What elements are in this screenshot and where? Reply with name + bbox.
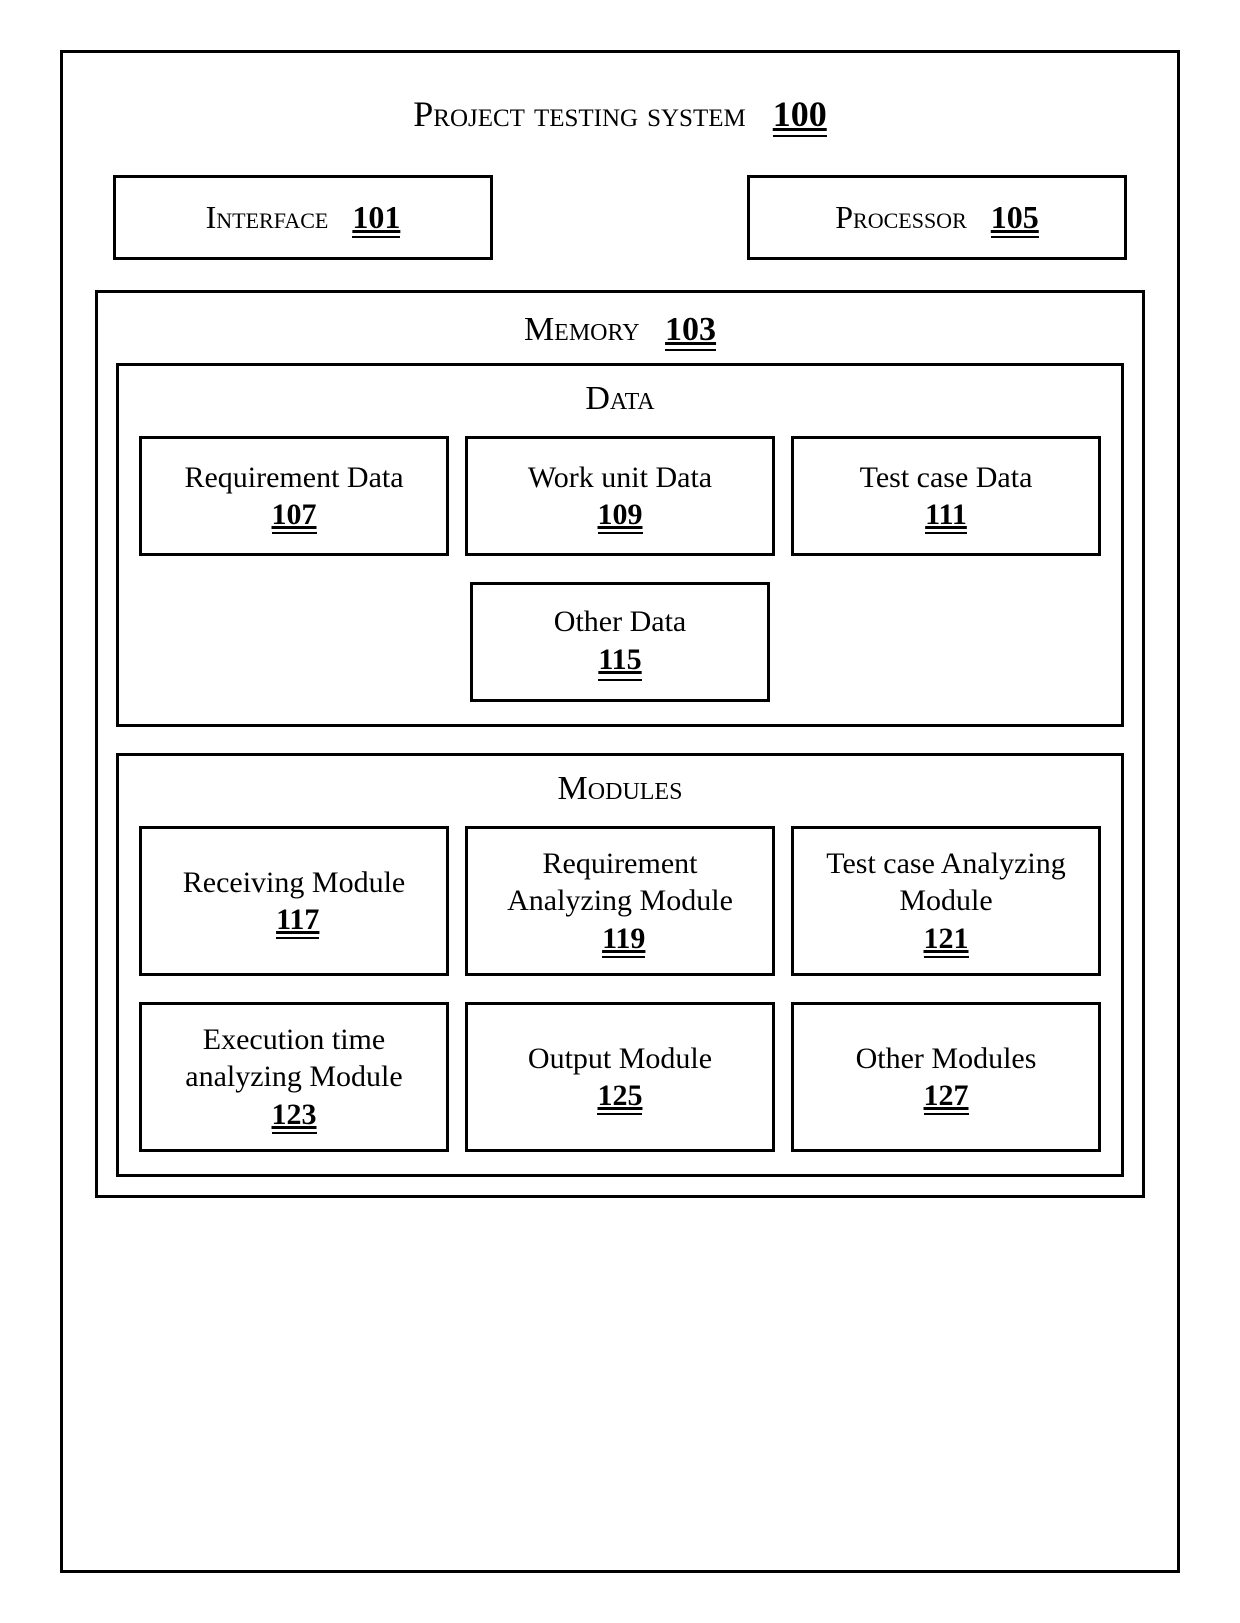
- system-title: Project testing system 100: [93, 93, 1147, 135]
- modules-section: Modules Receiving Module 117 Requirement…: [116, 753, 1124, 1177]
- top-row: Interface 101 Processor 105: [93, 175, 1147, 260]
- execution-time-analyzing-module-box: Execution time analyzing Module 123: [139, 1002, 449, 1152]
- execution-time-analyzing-module-ref: 123: [272, 1098, 317, 1134]
- requirement-data-box: Requirement Data 107: [139, 436, 449, 556]
- execution-time-analyzing-module-label: Execution time analyzing Module: [185, 1023, 402, 1094]
- other-modules-label: Other Modules: [856, 1042, 1037, 1075]
- requirement-analyzing-module-ref: 119: [602, 922, 645, 958]
- data-section: Data Requirement Data 107 Work unit Data…: [116, 363, 1124, 727]
- requirement-data-label: Requirement Data: [184, 461, 403, 494]
- memory-title: Memory 103: [116, 311, 1124, 349]
- requirement-analyzing-module-box: Requirement Analyzing Module 119: [465, 826, 775, 976]
- test-case-data-ref: 111: [925, 498, 967, 534]
- data-row-2: Other Data 115: [139, 582, 1101, 702]
- modules-row-2: Execution time analyzing Module 123 Outp…: [139, 1002, 1101, 1152]
- work-unit-data-label: Work unit Data: [528, 461, 712, 494]
- other-modules-box: Other Modules 127: [791, 1002, 1101, 1152]
- test-case-analyzing-module-label: Test case Analyzing Module: [826, 847, 1066, 918]
- memory-ref: 103: [665, 311, 716, 351]
- processor-ref: 105: [991, 199, 1039, 238]
- memory-box: Memory 103 Data Requirement Data 107: [95, 290, 1145, 1198]
- data-row-1: Requirement Data 107 Work unit Data 109 …: [139, 436, 1101, 556]
- work-unit-data-box: Work unit Data 109: [465, 436, 775, 556]
- other-data-ref: 115: [598, 641, 641, 682]
- modules-section-title: Modules: [139, 770, 1101, 808]
- system-box: Project testing system 100 Interface 101…: [60, 50, 1180, 1573]
- requirement-analyzing-module-label: Requirement Analyzing Module: [507, 847, 733, 918]
- interface-box: Interface 101: [113, 175, 493, 260]
- test-case-analyzing-module-box: Test case Analyzing Module 121: [791, 826, 1101, 976]
- output-module-label: Output Module: [528, 1042, 712, 1075]
- receiving-module-label: Receiving Module: [183, 866, 405, 899]
- receiving-module-box: Receiving Module 117: [139, 826, 449, 976]
- data-section-title: Data: [139, 380, 1101, 418]
- processor-label: Processor: [835, 199, 967, 235]
- test-case-analyzing-module-ref: 121: [924, 922, 969, 958]
- other-modules-ref: 127: [924, 1079, 969, 1115]
- work-unit-data-ref: 109: [598, 498, 643, 534]
- interface-ref: 101: [352, 199, 400, 238]
- requirement-data-ref: 107: [272, 498, 317, 534]
- test-case-data-label: Test case Data: [860, 461, 1033, 494]
- system-title-label: Project testing system: [413, 94, 745, 134]
- receiving-module-ref: 117: [276, 903, 319, 939]
- memory-label: Memory: [524, 311, 640, 348]
- interface-label: Interface: [206, 199, 329, 235]
- system-title-ref: 100: [773, 94, 827, 137]
- other-data-label: Other Data: [554, 603, 686, 641]
- test-case-data-box: Test case Data 111: [791, 436, 1101, 556]
- output-module-ref: 125: [597, 1079, 642, 1115]
- processor-box: Processor 105: [747, 175, 1127, 260]
- other-data-box: Other Data 115: [470, 582, 770, 702]
- output-module-box: Output Module 125: [465, 1002, 775, 1152]
- modules-row-1: Receiving Module 117 Requirement Analyzi…: [139, 826, 1101, 976]
